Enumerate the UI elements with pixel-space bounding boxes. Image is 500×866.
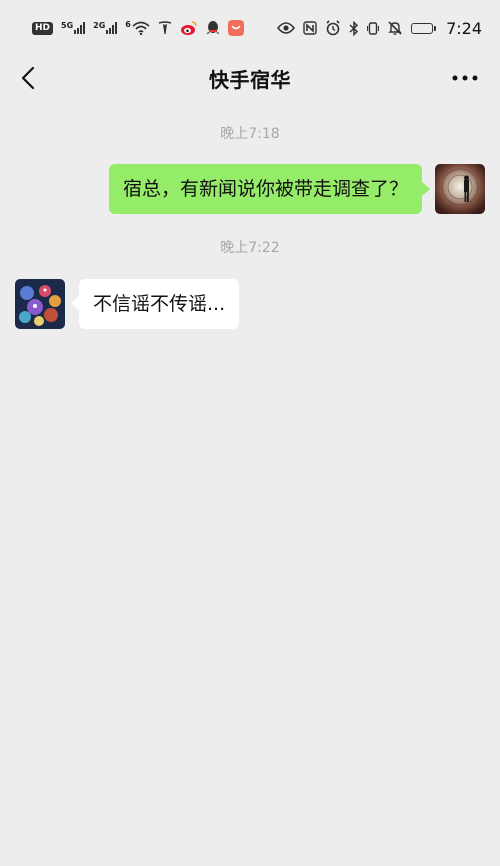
qq-icon — [206, 20, 220, 36]
outgoing-bubble-tail — [422, 182, 430, 196]
signal-5g-icon: 5G — [61, 21, 86, 34]
weibo-icon — [180, 20, 198, 36]
outgoing-message-bubble[interactable]: 宿总，有新闻说你被带走调查了？ — [108, 164, 422, 214]
mute-icon — [387, 20, 403, 36]
tesla-icon — [158, 21, 172, 35]
message-timestamp: 晚上7:18 — [220, 126, 280, 142]
status-time: 7:24 — [446, 18, 482, 38]
wifi-icon: 6 — [125, 21, 150, 35]
back-button[interactable] — [14, 64, 42, 92]
nfc-icon — [303, 21, 317, 35]
alarm-icon — [325, 20, 341, 36]
signal-2g-icon: 2G — [93, 21, 118, 34]
battery-icon — [411, 22, 437, 34]
chat-screen: HD 5G 2G 6 7:24 快手宿华 晚上7:18 宿总，有新闻说你被带走调… — [0, 0, 500, 866]
status-bar: HD 5G 2G 6 7:24 — [0, 0, 500, 56]
more-button[interactable] — [450, 64, 480, 92]
net2-label: 2G — [93, 21, 106, 30]
net1-label: 5G — [61, 21, 74, 30]
vibrate-icon — [367, 21, 380, 36]
outgoing-message-text: 宿总，有新闻说你被带走调查了？ — [122, 178, 408, 200]
incoming-message-text: 不信谣不传谣... — [93, 293, 226, 315]
eye-icon — [277, 21, 296, 35]
status-right: 7:24 — [277, 19, 482, 38]
wifi-label: 6 — [125, 20, 131, 29]
message-timestamp: 晚上7:22 — [220, 240, 280, 256]
hd-icon: HD — [32, 21, 54, 35]
app-icon — [227, 20, 244, 36]
bluetooth-icon — [349, 20, 359, 36]
my-avatar[interactable] — [435, 164, 485, 214]
incoming-bubble-tail — [71, 296, 79, 310]
status-left: HD 5G 2G 6 — [32, 20, 244, 36]
incoming-message-bubble[interactable]: 不信谣不传谣... — [79, 279, 240, 329]
chevron-left-icon — [21, 66, 35, 90]
nav-bar: 快手宿华 — [0, 56, 500, 100]
more-icon — [452, 75, 478, 81]
contact-avatar[interactable] — [15, 279, 65, 329]
chat-title: 快手宿华 — [209, 67, 291, 92]
